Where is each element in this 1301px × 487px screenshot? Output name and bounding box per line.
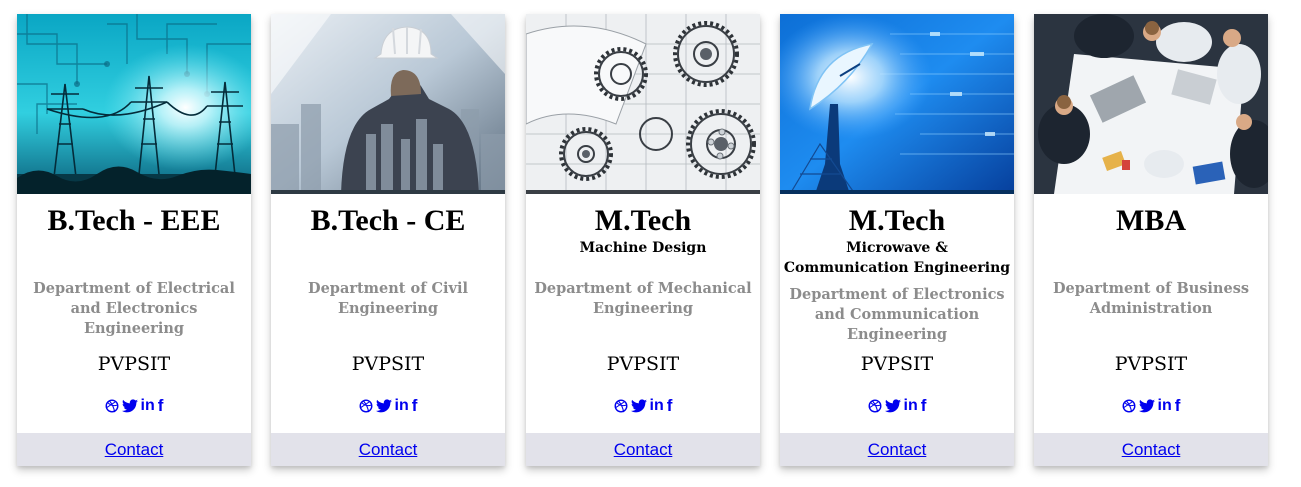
twitter-icon[interactable] [375,399,392,413]
card-btech-ce: B.Tech - CE Department of Civil Engineer… [271,14,505,466]
contact-bar: Contact [526,433,760,466]
linkedin-icon[interactable]: in [1158,398,1172,414]
card-title: MBA [1116,204,1186,237]
organization-name: PVPSIT [97,353,171,375]
department-name: Department of Business Administration [1052,280,1250,317]
organization-name: PVPSIT [1114,353,1188,375]
contact-link[interactable]: Contact [1122,440,1181,460]
twitter-icon[interactable] [884,399,901,413]
facebook-icon[interactable]: f [921,397,927,414]
card-subtitle: Microwave & Communication Engineering [783,240,1011,276]
social-links: in f [17,397,251,415]
contact-link[interactable]: Contact [359,440,418,460]
linkedin-icon[interactable]: in [650,398,664,414]
linkedin-icon[interactable]: in [904,398,918,414]
twitter-icon[interactable] [121,399,138,413]
card-mtech-microwave: M.Tech Microwave & Communication Enginee… [780,14,1014,466]
contact-link[interactable]: Contact [105,440,164,460]
social-links: in f [526,397,760,415]
facebook-icon[interactable]: f [158,397,164,414]
contact-link[interactable]: Contact [868,440,927,460]
social-links: in f [271,397,505,415]
department-name: Department of Electronics and Communicat… [789,286,1005,343]
contact-bar: Contact [271,433,505,466]
contact-bar: Contact [1034,433,1268,466]
card-title: B.Tech - EEE [47,204,221,237]
business-meeting-image [1034,14,1268,194]
card-title: B.Tech - CE [310,204,466,237]
contact-link[interactable]: Contact [614,440,673,460]
linkedin-icon[interactable]: in [141,398,155,414]
card-title: M.Tech [594,204,692,237]
department-cards: B.Tech - EEE Department of Electrical an… [17,14,1269,466]
contact-bar: Contact [17,433,251,466]
contact-bar: Contact [780,433,1014,466]
card-title: M.Tech [848,204,946,237]
social-links: in f [1034,397,1268,415]
card-subtitle: Machine Design [579,240,707,256]
facebook-icon[interactable]: f [412,397,418,414]
department-name: Department of Civil Engineering [308,280,468,317]
department-name: Department of Mechanical Engineering [534,280,752,317]
social-links: in f [780,397,1014,415]
organization-name: PVPSIT [351,353,425,375]
card-btech-eee: B.Tech - EEE Department of Electrical an… [17,14,251,466]
dribbble-icon[interactable] [359,399,373,413]
power-lines-circuit-image [17,14,251,194]
department-name: Department of Electrical and Electronics… [33,280,235,337]
twitter-icon[interactable] [1138,399,1155,413]
satellite-dish-image [780,14,1014,194]
organization-name: PVPSIT [860,353,934,375]
organization-name: PVPSIT [606,353,680,375]
engineer-hardhat-city-image [271,14,505,194]
twitter-icon[interactable] [630,399,647,413]
linkedin-icon[interactable]: in [395,398,409,414]
machine-gears-drawing-image [526,14,760,194]
card-mtech-machine-design: M.Tech Machine Design Department of Mech… [526,14,760,466]
facebook-icon[interactable]: f [1175,397,1181,414]
facebook-icon[interactable]: f [667,397,673,414]
dribbble-icon[interactable] [1122,399,1136,413]
card-mba: MBA Department of Business Administratio… [1034,14,1268,466]
dribbble-icon[interactable] [614,399,628,413]
dribbble-icon[interactable] [868,399,882,413]
dribbble-icon[interactable] [105,399,119,413]
